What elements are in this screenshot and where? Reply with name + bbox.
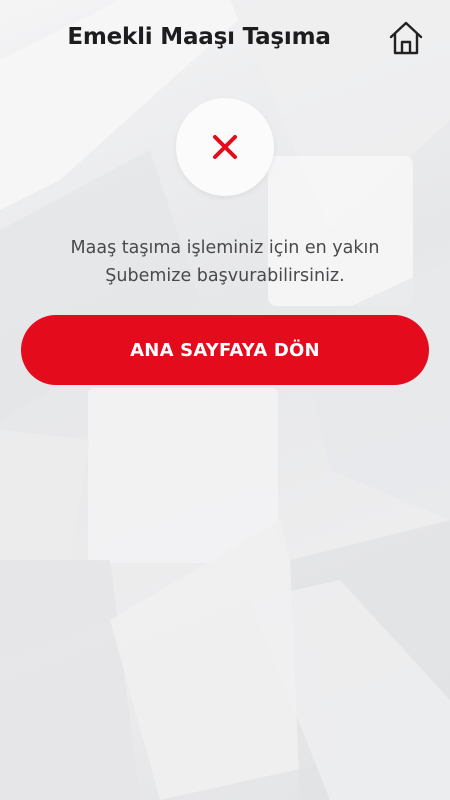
result-status-indicator (176, 98, 274, 196)
result-message-line-1: Maaş taşıma işleminiz için en yakın (70, 238, 380, 258)
app-header: Emekli Maaşı Taşıma (0, 0, 450, 78)
home-icon (389, 21, 423, 55)
page-title: Emekli Maaşı Taşıma (67, 24, 331, 50)
result-message: Maaş taşıma işleminiz için en yakın Şube… (20, 234, 430, 290)
close-icon (213, 135, 237, 159)
return-home-button[interactable]: ANA SAYFAYA DÖN (21, 315, 429, 385)
home-button[interactable] (386, 18, 426, 58)
result-message-line-2: Şubemize başvurabilirsiniz. (105, 266, 345, 286)
